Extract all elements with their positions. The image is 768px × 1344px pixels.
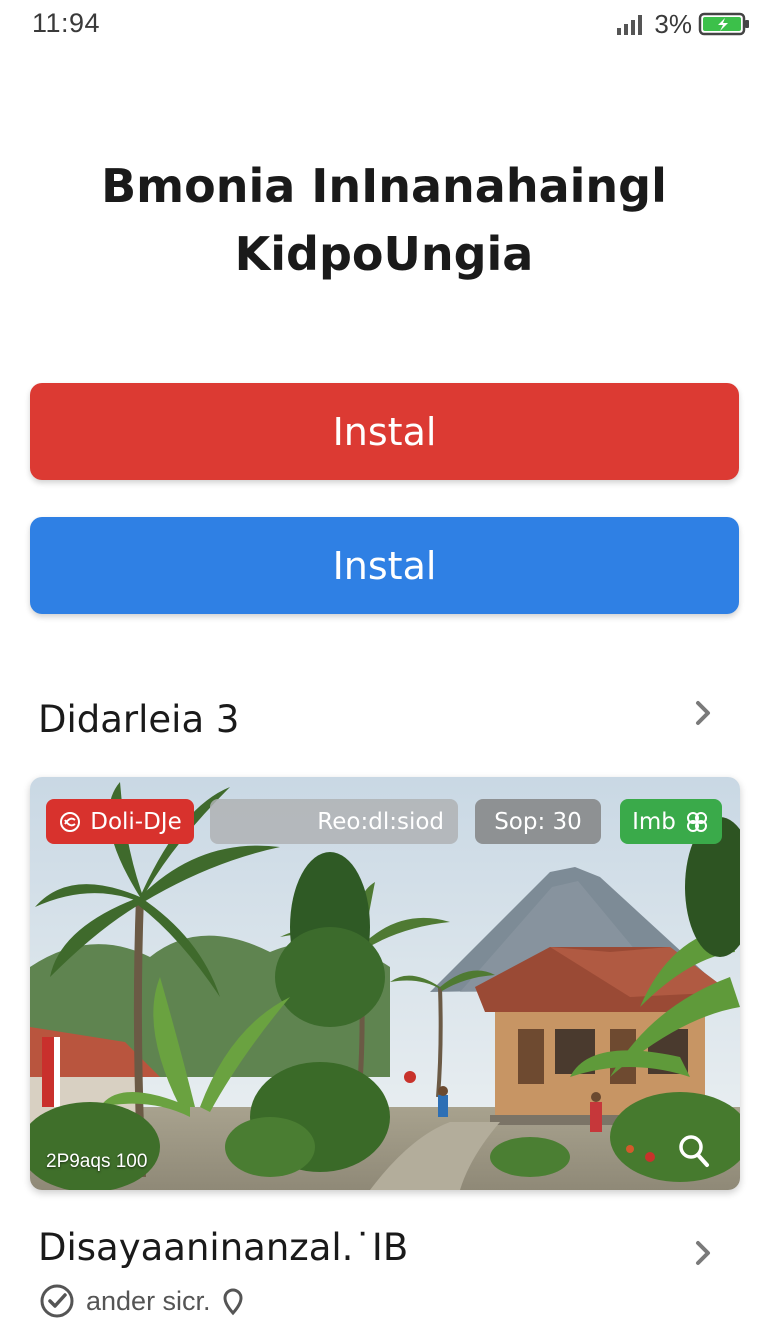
battery-percent: 3% <box>654 8 692 39</box>
item-meta-text: ander sicr. <box>86 1285 211 1316</box>
chip-gray-label: Reo:dl:siod <box>317 808 444 835</box>
item-meta: ander sicr. <box>38 1282 245 1320</box>
install-button-primary[interactable]: Instal <box>30 383 739 480</box>
check-circle-icon <box>40 1284 74 1318</box>
status-bar: 11:94 3% <box>0 0 768 50</box>
page-title-line-2: KidpoUngia <box>234 227 534 281</box>
item-title: Disayaaninanzal.˙IB <box>38 1226 409 1269</box>
search-icon[interactable] <box>678 1134 710 1168</box>
card-caption: 2P9aqs 100 <box>46 1151 148 1172</box>
chip-green-label: Imb <box>632 808 676 835</box>
clover-icon <box>686 811 707 832</box>
install-button-secondary[interactable]: Instal <box>30 517 739 614</box>
featured-image-card[interactable]: Doli-DJe Reo:dl:siod Sop: 30 Imb 2P9aqs … <box>30 777 740 1190</box>
chip-dark[interactable]: Sop: 30 <box>475 799 601 844</box>
chip-red-label: Doli-DJe <box>90 808 182 835</box>
chip-dark-label: Sop: 30 <box>494 808 582 835</box>
chevron-right-icon[interactable] <box>692 698 714 728</box>
chip-gray[interactable]: Reo:dl:siod <box>210 799 458 844</box>
section-header[interactable]: Didarleia 3 <box>38 690 728 750</box>
location-pin-icon <box>223 1288 243 1316</box>
list-item[interactable]: Disayaaninanzal.˙IB ander sicr. <box>38 1220 728 1330</box>
chip-green[interactable]: Imb <box>620 799 722 844</box>
section-title: Didarleia 3 <box>38 698 240 741</box>
battery-icon <box>698 12 749 36</box>
page-title-line-1: Bmonia InInanahaingl <box>101 159 667 213</box>
chevron-right-icon[interactable] <box>692 1238 714 1268</box>
status-indicators: 3% <box>616 8 752 39</box>
chip-red[interactable]: Doli-DJe <box>46 799 194 844</box>
status-time: 11:94 <box>32 8 101 38</box>
signal-icon <box>617 15 643 35</box>
badge-icon <box>60 811 81 832</box>
page-title: Bmonia InInanahaingl KidpoUngia <box>40 152 728 288</box>
